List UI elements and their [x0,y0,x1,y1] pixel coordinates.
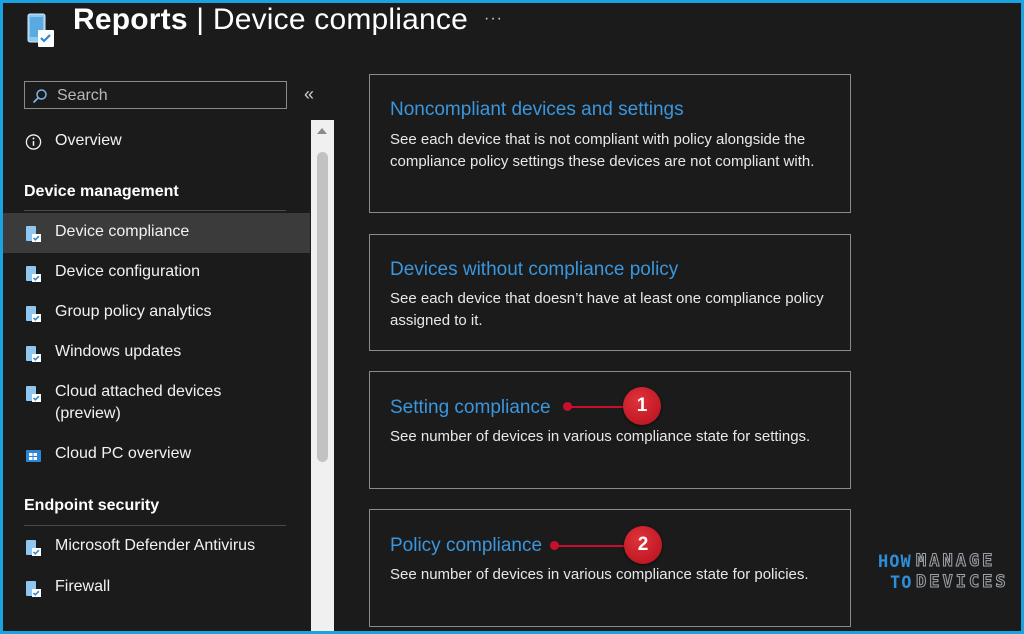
sidebar-item-label: Device compliance [55,223,190,240]
section-divider [24,525,286,526]
card-title-link[interactable]: Policy compliance [390,535,542,557]
sidebar-item-cloud-attached-devices[interactable]: Cloud attached devices (preview) [0,373,310,429]
card-title-link[interactable]: Noncompliant devices and settings [390,99,684,121]
card-title-link[interactable]: Setting compliance [390,397,551,419]
page-header: Reports | Device compliance ··· [0,0,1024,60]
watermark-logo: HOW MANAGE TO DEVICES [876,548,1010,598]
sidebar-item-cloud-pc-overview[interactable]: Cloud PC overview [0,435,310,475]
card-description: See number of devices in various complia… [390,566,809,583]
sidebar-item-group-policy-analytics[interactable]: Group policy analytics [0,293,310,333]
sidebar-item-label: Cloud attached devices (preview) [55,383,222,422]
sidebar-item-label: Microsoft Defender Antivirus [55,537,256,554]
sidebar-item-label: Device configuration [55,263,200,280]
device-configuration-icon [26,266,41,282]
sidebar: « Overview Device management Device comp… [0,70,335,634]
report-card-devices-without-policy[interactable]: Devices without compliance policy See ea… [369,234,851,351]
sidebar-item-label: Overview [55,132,122,149]
search-box[interactable] [24,81,287,109]
info-circle-icon [25,134,42,150]
report-card-policy-compliance[interactable]: Policy compliance See number of devices … [369,509,851,627]
sidebar-item-microsoft-defender-antivirus[interactable]: Microsoft Defender Antivirus [0,527,310,567]
defender-icon [26,540,41,556]
sidebar-item-device-configuration[interactable]: Device configuration [0,253,310,293]
logo-text: DEVICES [916,572,1009,593]
report-card-noncompliant-devices[interactable]: Noncompliant devices and settings See ea… [369,74,851,213]
sidebar-item-windows-updates[interactable]: Windows updates [0,333,310,373]
callout-line [570,406,626,408]
logo-text: TO [890,573,913,593]
page-title: Reports | Device compliance [73,3,468,37]
card-description: See each device that doesn’t have at lea… [390,290,824,329]
sidebar-item-label: Cloud PC overview [55,445,192,462]
logo-text: HOW [878,552,912,572]
cloud-pc-icon [26,450,41,462]
collapse-sidebar-button[interactable]: « [304,84,314,105]
cloud-attached-icon [26,386,41,402]
callout-line [557,545,627,547]
sidebar-item-overview[interactable]: Overview [0,122,310,162]
search-input[interactable] [55,84,284,108]
scroll-up-arrow-icon[interactable] [317,128,327,134]
firewall-icon [26,581,41,597]
report-card-setting-compliance[interactable]: Setting compliance See number of devices… [369,371,851,489]
logo-text: MANAGE [915,551,996,572]
sidebar-scrollbar[interactable] [311,120,334,634]
section-header-endpoint-security: Endpoint security [24,497,160,514]
card-title-link[interactable]: Devices without compliance policy [390,259,678,281]
device-compliance-icon [26,226,41,242]
windows-updates-icon [26,346,41,362]
sidebar-item-label: Windows updates [55,343,182,360]
group-policy-icon [26,306,41,322]
scroll-thumb[interactable] [317,152,328,462]
page-title-sub: Device compliance [212,3,469,36]
sidebar-item-firewall[interactable]: Firewall [0,568,310,608]
page-title-separator: | [187,3,213,36]
section-divider [24,210,286,211]
card-description: See each device that is not compliant wi… [390,131,815,170]
callout-badge-1: 1 [623,387,661,425]
callout-badge-2: 2 [624,526,662,564]
section-header-device-management: Device management [24,183,179,200]
more-options-button[interactable]: ··· [484,10,503,28]
device-compliance-icon [27,13,54,47]
page-title-main: Reports [73,3,188,36]
sidebar-item-label: Group policy analytics [55,303,212,320]
sidebar-item-device-compliance[interactable]: Device compliance [0,213,310,253]
sidebar-item-label: Firewall [55,578,111,595]
card-description: See number of devices in various complia… [390,428,811,445]
search-icon [32,89,47,104]
